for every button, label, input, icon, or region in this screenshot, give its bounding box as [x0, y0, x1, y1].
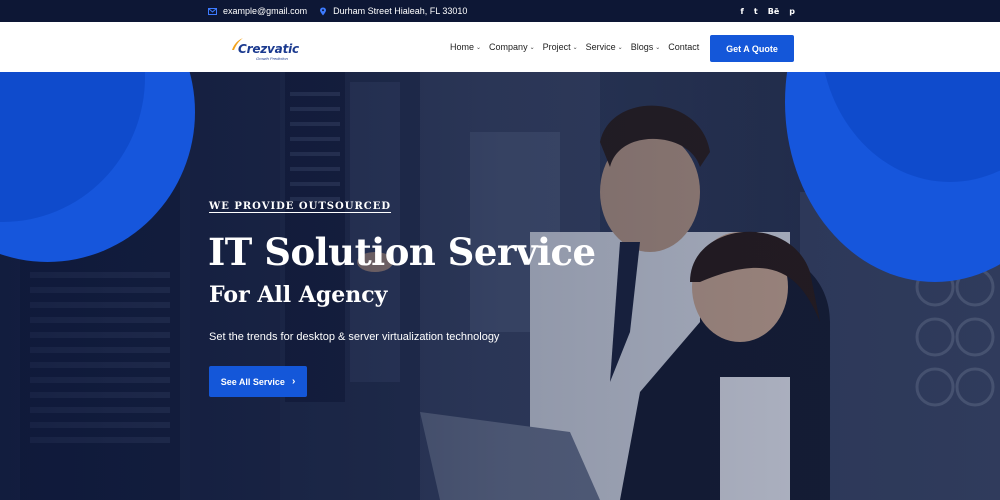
map-pin-icon [320, 7, 327, 15]
logo-tagline: Growth Prediction [256, 56, 288, 61]
chevron-down-icon: ⌄ [655, 44, 661, 51]
hero-kicker: WE PROVIDE OUTSOURCED [209, 201, 392, 212]
nav-item-label: Service [585, 42, 616, 52]
nav-item-label: Company [489, 42, 528, 52]
nav-item-label: Contact [668, 42, 700, 52]
see-all-service-button[interactable]: See All Service › [209, 366, 307, 397]
address-item: Durham Street Hialeah, FL 33010 [319, 6, 467, 16]
main-nav: Crezvatic Growth Prediction Home ⌄ Compa… [0, 22, 1000, 72]
contact-info: example@gmail.com Durham Street Hialeah,… [208, 0, 479, 22]
logo-wordmark: Crezvatic [238, 42, 299, 56]
nav-item-blogs[interactable]: Blogs ⌄ [631, 42, 661, 52]
twitter-icon[interactable]: t [754, 7, 758, 16]
nav-item-label: Project [542, 42, 571, 52]
top-bar: example@gmail.com Durham Street Hialeah,… [0, 0, 1000, 22]
behance-icon[interactable]: Bē [768, 7, 780, 16]
get-a-quote-button[interactable]: Get A Quote [710, 35, 794, 62]
hero-title: IT Solution Service [208, 230, 596, 274]
hero-section: WE PROVIDE OUTSOURCED IT Solution Servic… [0, 72, 1000, 500]
social-links: f t Bē p [740, 0, 795, 22]
chevron-right-icon: › [291, 376, 296, 387]
nav-item-contact[interactable]: Contact [668, 42, 699, 52]
hero-description: Set the trends for desktop & server virt… [209, 331, 500, 343]
nav-item-company[interactable]: Company ⌄ [489, 42, 535, 52]
mail-icon [208, 7, 217, 15]
nav-item-service[interactable]: Service ⌄ [586, 42, 623, 52]
site-logo[interactable]: Crezvatic Growth Prediction [230, 34, 300, 61]
chevron-down-icon: ⌄ [476, 44, 482, 51]
see-all-service-label: See All Service [220, 376, 285, 387]
nav-menu: Home ⌄ Company ⌄ Project ⌄ Service ⌄ Blo… [450, 22, 707, 72]
hero-subtitle: For All Agency [209, 282, 388, 308]
chevron-down-icon: ⌄ [572, 44, 578, 51]
nav-item-project[interactable]: Project ⌄ [543, 42, 578, 52]
email-text[interactable]: example@gmail.com [223, 6, 307, 16]
facebook-icon[interactable]: f [740, 7, 743, 16]
email-item[interactable]: example@gmail.com [208, 6, 307, 16]
nav-item-label: Home [450, 42, 475, 52]
chevron-down-icon: ⌄ [529, 44, 535, 51]
address-text: Durham Street Hialeah, FL 33010 [333, 6, 468, 16]
nav-item-label: Blogs [630, 42, 654, 52]
nav-item-home[interactable]: Home ⌄ [450, 42, 481, 52]
pinterest-icon[interactable]: p [789, 7, 795, 16]
chevron-down-icon: ⌄ [617, 44, 623, 51]
